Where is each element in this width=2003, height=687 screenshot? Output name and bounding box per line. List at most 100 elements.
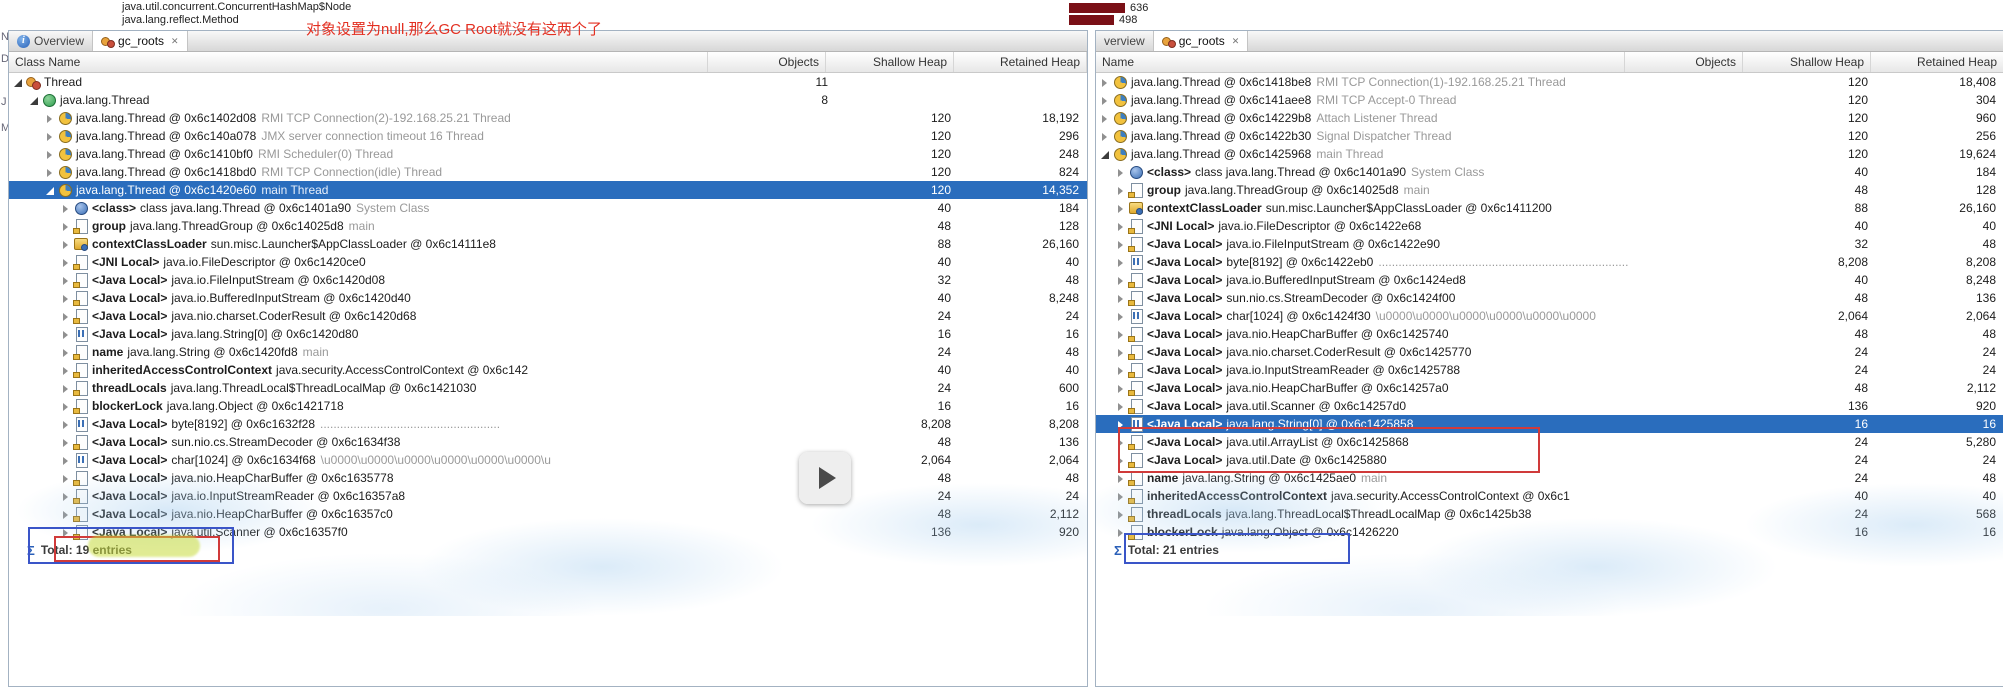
tree-row[interactable]: group java.lang.ThreadGroup @ 0x6c14025d8…: [1096, 181, 2003, 199]
expand-arrow-icon[interactable]: [1115, 364, 1128, 377]
tree-row[interactable]: java.lang.Thread @ 0x6c141aee8 RMI TCP Ac…: [1096, 91, 2003, 109]
expand-arrow-icon[interactable]: [1115, 418, 1128, 431]
tree-row[interactable]: <Java Local> java.io.InputStreamReader @ …: [1096, 361, 2003, 379]
expand-arrow-icon[interactable]: [44, 112, 57, 125]
close-icon[interactable]: ✕: [1232, 36, 1240, 47]
expand-arrow-icon[interactable]: [1115, 292, 1128, 305]
expand-arrow-icon[interactable]: [60, 328, 73, 341]
expand-arrow-icon[interactable]: [60, 418, 73, 431]
expand-arrow-icon[interactable]: [1115, 184, 1128, 197]
collapse-arrow-icon[interactable]: [28, 94, 41, 107]
tree-row[interactable]: threadLocals java.lang.ThreadLocal$Thread…: [1096, 505, 2003, 523]
tab-overview[interactable]: Overview: [9, 31, 94, 51]
tree-row[interactable]: <Java Local> java.util.Scanner @ 0x6c1425…: [1096, 397, 2003, 415]
tree-row[interactable]: <Java Local> char[1024] @ 0x6c1634f68 \u00…: [9, 451, 1087, 469]
collapse-arrow-icon[interactable]: [44, 184, 57, 197]
expand-arrow-icon[interactable]: [1099, 130, 1112, 143]
expand-arrow-icon[interactable]: [60, 436, 73, 449]
expand-arrow-icon[interactable]: [60, 310, 73, 323]
tree-row[interactable]: java.lang.Thread 8: [9, 91, 1087, 109]
expand-arrow-icon[interactable]: [1115, 328, 1128, 341]
expand-arrow-icon[interactable]: [1115, 472, 1128, 485]
column-header-label[interactable]: Class Name: [9, 52, 708, 72]
tree-row[interactable]: threadLocals java.lang.ThreadLocal$Thread…: [9, 379, 1087, 397]
expand-arrow-icon[interactable]: [1115, 526, 1128, 539]
tree-row[interactable]: <Java Local> java.io.FileInputStream @ 0x…: [1096, 235, 2003, 253]
tree-row[interactable]: java.lang.Thread @ 0x6c1425968 main Threa…: [1096, 145, 2003, 163]
tree-row[interactable]: blockerLock java.lang.Object @ 0x6c142171…: [9, 397, 1087, 415]
column-header-objects[interactable]: Objects: [1625, 52, 1743, 72]
expand-arrow-icon[interactable]: [1115, 454, 1128, 467]
expand-arrow-icon[interactable]: [60, 238, 73, 251]
expand-arrow-icon[interactable]: [60, 346, 73, 359]
tree-row[interactable]: <Java Local> java.nio.charset.CoderResult…: [9, 307, 1087, 325]
tree-row[interactable]: <JNI Local> java.io.FileDescriptor @ 0x6c…: [9, 253, 1087, 271]
tab-gc-roots[interactable]: gc_roots ✕: [1153, 31, 1249, 51]
tree-row[interactable]: <Java Local> byte[8192] @ 0x6c1632f28....…: [9, 415, 1087, 433]
column-header-retained-heap[interactable]: Retained Heap: [954, 52, 1087, 72]
tree-row[interactable]: <Java Local> java.nio.HeapCharBuffer @ 0x…: [9, 469, 1087, 487]
expand-arrow-icon[interactable]: [60, 526, 73, 539]
tree-row[interactable]: java.lang.Thread @ 0x6c1418be8 RMI TCP Co…: [1096, 73, 2003, 91]
column-header-shallow-heap[interactable]: Shallow Heap: [826, 52, 954, 72]
tree-row[interactable]: <Java Local> sun.nio.cs.StreamDecoder @ 0…: [1096, 289, 2003, 307]
expand-arrow-icon[interactable]: [60, 454, 73, 467]
tree-row[interactable]: java.lang.Thread @ 0x6c1420e60 main Threa…: [9, 181, 1087, 199]
tree-row[interactable]: java.lang.Thread @ 0x6c1410bf0 RMI Schedu…: [9, 145, 1087, 163]
tree-row[interactable]: inheritedAccessControlContext java.securi…: [1096, 487, 2003, 505]
expand-arrow-icon[interactable]: [1115, 382, 1128, 395]
expand-arrow-icon[interactable]: [1115, 310, 1128, 323]
expand-arrow-icon[interactable]: [60, 508, 73, 521]
expand-arrow-icon[interactable]: [60, 256, 73, 269]
tree-row[interactable]: java.lang.Thread @ 0x6c140a078 JMX server…: [9, 127, 1087, 145]
tree-row[interactable]: Thread 11: [9, 73, 1087, 91]
expand-arrow-icon[interactable]: [1115, 508, 1128, 521]
tree-row[interactable]: inheritedAccessControlContext java.securi…: [9, 361, 1087, 379]
expand-arrow-icon[interactable]: [1099, 112, 1112, 125]
tree-row[interactable]: <Java Local> java.nio.HeapCharBuffer @ 0x…: [1096, 379, 2003, 397]
expand-arrow-icon[interactable]: [1115, 346, 1128, 359]
tree-row[interactable]: <Java Local> java.nio.charset.CoderResult…: [1096, 343, 2003, 361]
expand-arrow-icon[interactable]: [44, 130, 57, 143]
tree-row[interactable]: <Java Local> java.util.Date @ 0x6c1425880…: [1096, 451, 2003, 469]
collapse-arrow-icon[interactable]: [1099, 148, 1112, 161]
tree-row[interactable]: <Java Local> byte[8192] @ 0x6c1422eb0....…: [1096, 253, 2003, 271]
expand-arrow-icon[interactable]: [1115, 256, 1128, 269]
expand-arrow-icon[interactable]: [44, 148, 57, 161]
tree-row[interactable]: contextClassLoader sun.misc.Launcher$AppC…: [9, 235, 1087, 253]
close-icon[interactable]: ✕: [171, 36, 179, 47]
tree-row[interactable]: java.lang.Thread @ 0x6c1402d08 RMI TCP Co…: [9, 109, 1087, 127]
tree-row[interactable]: group java.lang.ThreadGroup @ 0x6c14025d8…: [9, 217, 1087, 235]
expand-arrow-icon[interactable]: [60, 274, 73, 287]
expand-arrow-icon[interactable]: [60, 472, 73, 485]
expand-arrow-icon[interactable]: [1115, 436, 1128, 449]
tree-row[interactable]: <Java Local> java.util.Scanner @ 0x6c1635…: [9, 523, 1087, 541]
tree-row[interactable]: <Java Local> java.util.ArrayList @ 0x6c14…: [1096, 433, 2003, 451]
expand-arrow-icon[interactable]: [44, 166, 57, 179]
expand-arrow-icon[interactable]: [60, 490, 73, 503]
expand-arrow-icon[interactable]: [60, 220, 73, 233]
column-header-label[interactable]: Name: [1096, 52, 1625, 72]
tree-row[interactable]: java.lang.Thread @ 0x6c1422b30 Signal Dis…: [1096, 127, 2003, 145]
tree-row[interactable]: <Java Local> java.lang.String[0] @ 0x6c14…: [1096, 415, 2003, 433]
tree-row[interactable]: <Java Local> java.io.BufferedInputStream …: [9, 289, 1087, 307]
expand-arrow-icon[interactable]: [1115, 166, 1128, 179]
expand-arrow-icon[interactable]: [1115, 238, 1128, 251]
tree-row[interactable]: blockerLock java.lang.Object @ 0x6c142622…: [1096, 523, 2003, 541]
column-header-shallow-heap[interactable]: Shallow Heap: [1743, 52, 1871, 72]
tree-row[interactable]: contextClassLoader sun.misc.Launcher$AppC…: [1096, 199, 2003, 217]
tree-row[interactable]: name java.lang.String @ 0x6c1420fd8 main 24…: [9, 343, 1087, 361]
column-header-objects[interactable]: Objects: [708, 52, 826, 72]
tree-row[interactable]: java.lang.Thread @ 0x6c1418bd0 RMI TCP Co…: [9, 163, 1087, 181]
expand-arrow-icon[interactable]: [60, 400, 73, 413]
tree-row[interactable]: <Java Local> sun.nio.cs.StreamDecoder @ 0…: [9, 433, 1087, 451]
expand-arrow-icon[interactable]: [1099, 76, 1112, 89]
expand-arrow-icon[interactable]: [60, 364, 73, 377]
tab-verview[interactable]: verview: [1096, 31, 1154, 51]
tree-row[interactable]: <Java Local> char[1024] @ 0x6c1424f30 \u00…: [1096, 307, 2003, 325]
tree-row[interactable]: <Java Local> java.nio.HeapCharBuffer @ 0x…: [9, 505, 1087, 523]
expand-arrow-icon[interactable]: [1115, 490, 1128, 503]
video-play-overlay-button[interactable]: [799, 452, 851, 504]
expand-arrow-icon[interactable]: [60, 202, 73, 215]
tree-row[interactable]: <Java Local> java.io.BufferedInputStream …: [1096, 271, 2003, 289]
